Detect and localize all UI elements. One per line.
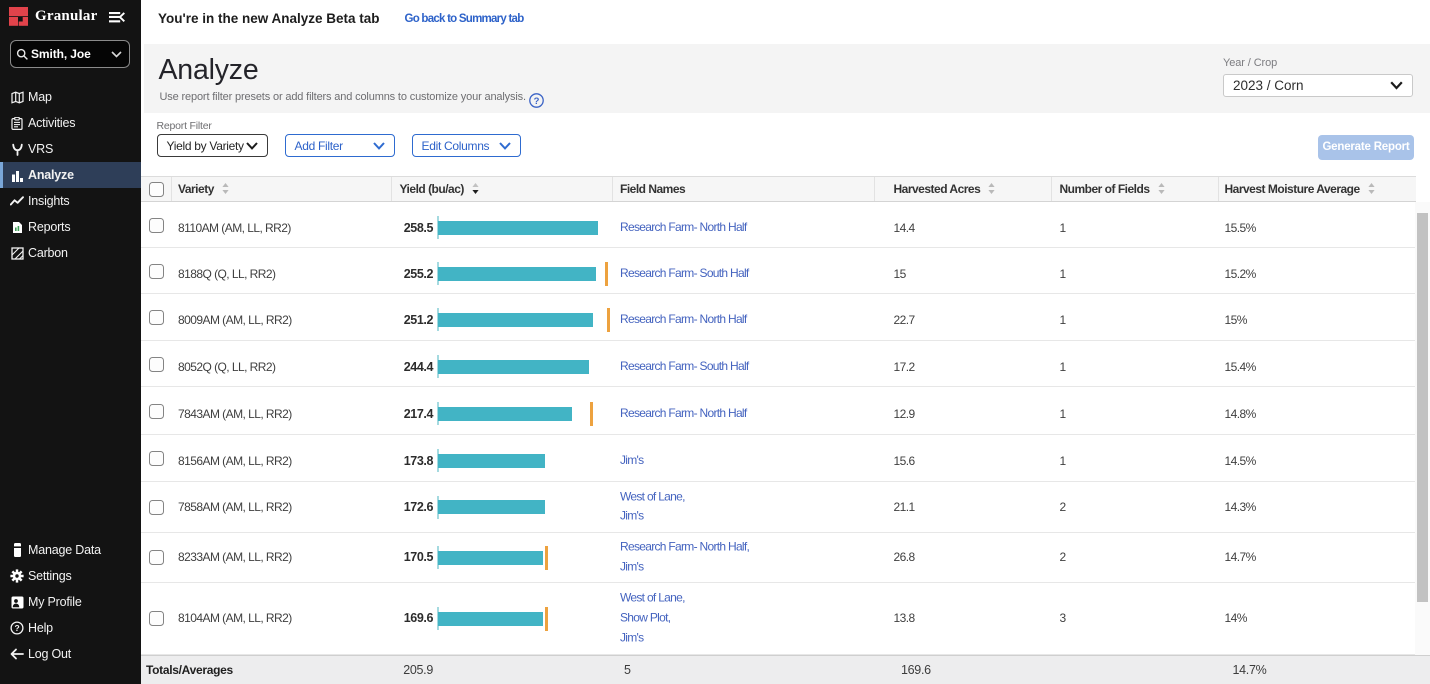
svg-text:?: ? bbox=[534, 96, 540, 107]
svg-text:?: ? bbox=[15, 623, 20, 633]
